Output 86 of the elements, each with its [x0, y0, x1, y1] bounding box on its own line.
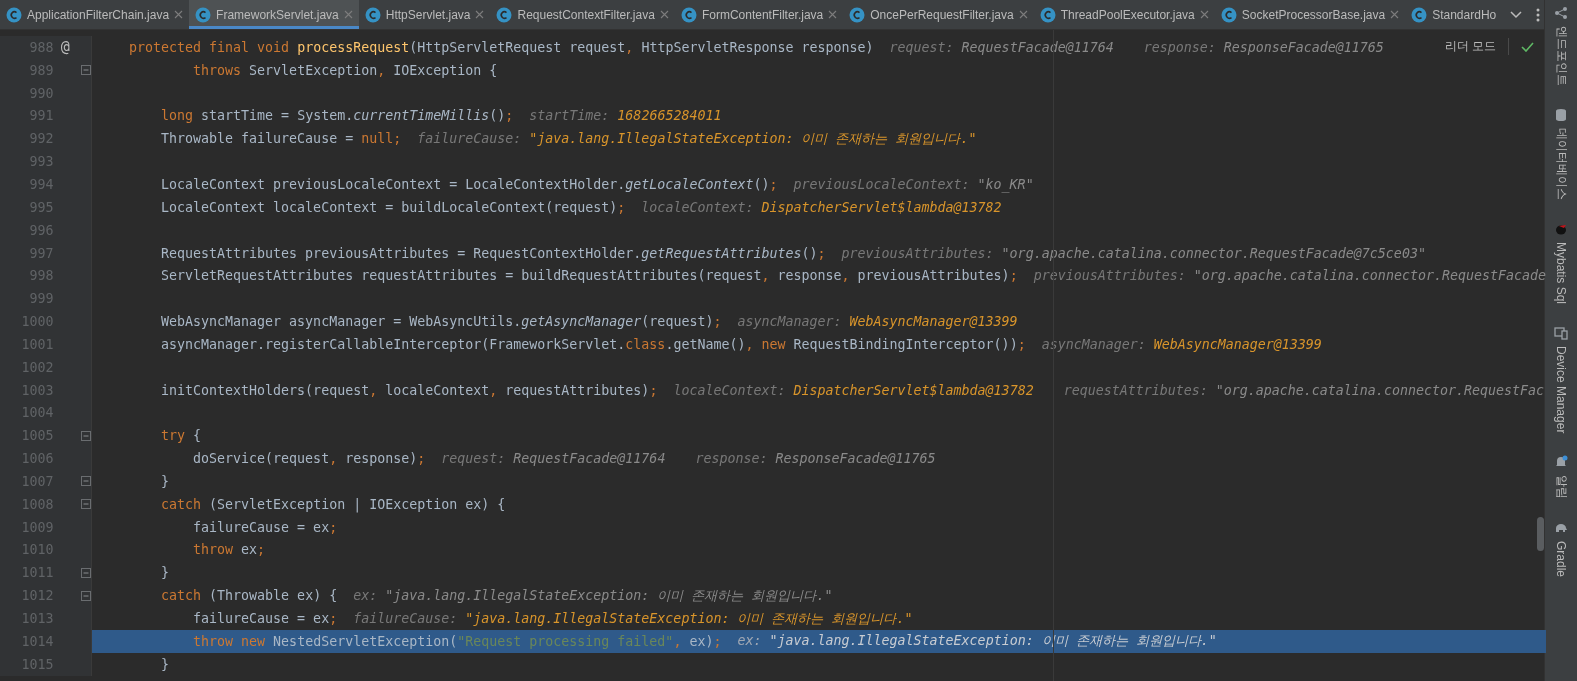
code-text: initContextHolders(request, localeContext, requestAttributes);	[160, 382, 658, 398]
close-icon[interactable]	[1390, 10, 1400, 19]
close-icon[interactable]	[475, 10, 485, 19]
code-text: throws ServletException, IOException {	[192, 62, 498, 78]
code-text: }	[160, 656, 170, 672]
chevron-down-icon[interactable]	[1510, 10, 1523, 19]
class-icon	[195, 6, 212, 23]
file-tab[interactable]: HttpServlet.java	[358, 0, 491, 29]
file-tab[interactable]: FormContentFilter.java	[674, 0, 844, 29]
debug-value-hint: requestAttributes: "org.apache.catalina.connector.RequestFac	[1063, 382, 1544, 398]
code-text: }	[160, 565, 170, 581]
file-tab[interactable]: ThreadPoolExecutor.java	[1033, 0, 1215, 29]
class-icon	[1411, 6, 1428, 23]
code-text: LocaleContext previousLocaleContext = LocaleContextHolder.getLocaleContext();	[160, 177, 778, 192]
code-text: LocaleContext localeContext = buildLocaleContext(request);	[160, 199, 626, 215]
code-text: Throwable failureCause = null;	[160, 131, 402, 147]
database-icon	[1554, 108, 1568, 122]
class-icon	[1039, 6, 1056, 23]
code-text: catch (Throwable ex) {	[160, 588, 338, 604]
code-text: throw new NestedServletException("Request processing failed", ex);	[192, 633, 722, 649]
debug-value-hint: request: RequestFacade@11764	[889, 39, 1114, 55]
code-text: throw ex;	[192, 542, 266, 558]
debug-value-hint: previousAttributes: "org.apache.catalina.connector.RequestFacade@7c5ce03"	[841, 245, 1426, 261]
debug-value-hint: startTime: 1682665284011	[529, 108, 722, 124]
class-icon	[849, 6, 866, 23]
device-icon	[1554, 326, 1568, 341]
close-icon[interactable]	[1018, 10, 1028, 19]
class-icon	[6, 6, 22, 23]
class-icon	[496, 6, 513, 23]
debug-value-hint: response: ResponseFacade@11765	[695, 451, 936, 467]
class-icon	[1220, 6, 1237, 23]
fold-icon[interactable]	[81, 499, 91, 510]
bird-icon	[1554, 222, 1568, 236]
reader-mode-link[interactable]: 리더 모드	[1444, 38, 1509, 55]
tool-window-button[interactable]: Device Manager	[1554, 326, 1568, 434]
tool-window-button[interactable]: 알림	[1552, 455, 1570, 500]
file-tab[interactable]: FrameworkServlet.java	[189, 0, 359, 29]
file-tab[interactable]: RequestContextFilter.java	[490, 0, 675, 29]
fold-icon[interactable]	[81, 430, 91, 441]
code-text: catch (ServletException | IOException ex) {	[160, 496, 506, 512]
class-icon	[364, 6, 381, 23]
debug-value-hint: request: RequestFacade@11764	[441, 451, 666, 467]
code-text: asyncManager.registerCallableInterceptor(FrameworkServlet.class.getName(), new RequestBindingInterceptor());	[160, 336, 1026, 352]
close-icon[interactable]	[828, 10, 838, 19]
debug-value-hint: response: ResponseFacade@11765	[1143, 39, 1384, 55]
debug-value-hint: ex: "java.lang.IllegalStateException: 이미 존재하는 회원입니다."	[353, 586, 833, 605]
close-icon[interactable]	[343, 10, 353, 19]
tool-window-button[interactable]: Gradle	[1554, 521, 1568, 578]
code-text: }	[160, 473, 170, 489]
tool-window-button[interactable]: 엔드포인트	[1552, 6, 1570, 86]
file-tab[interactable]: StandardHo	[1405, 0, 1503, 29]
tool-window-button[interactable]: 데이터베이스	[1552, 108, 1570, 200]
fold-icon[interactable]	[81, 65, 91, 76]
debug-value-hint: localeContext: DispatcherServlet$lambda@13782	[673, 382, 1034, 398]
debug-value-hint: failureCause: "java.lang.IllegalStateException: 이미 존재하는 회원입니다."	[353, 609, 913, 628]
file-tab[interactable]: SocketProcessorBase.java	[1214, 0, 1406, 29]
fold-icon[interactable]	[81, 590, 91, 601]
debug-value-hint: asyncManager: WebAsyncManager@13399	[737, 314, 1018, 330]
fold-icon[interactable]	[81, 476, 91, 487]
close-icon[interactable]	[174, 10, 184, 19]
close-icon[interactable]	[659, 10, 669, 19]
scrollbar-thumb[interactable]	[1537, 517, 1544, 551]
override-marker[interactable]: @	[60, 38, 70, 57]
code-text: long startTime = System.currentTimeMillis();	[160, 108, 514, 124]
check-icon	[1521, 41, 1534, 52]
file-tab[interactable]: OncePerRequestFilter.java	[843, 0, 1034, 29]
class-icon	[680, 6, 697, 23]
close-icon[interactable]	[1199, 10, 1209, 19]
tool-window-button[interactable]: Mybatis Sql	[1554, 222, 1568, 305]
debug-value-hint: localeContext: DispatcherServlet$lambda@13782	[641, 199, 1002, 215]
code-text: doService(request, response);	[192, 451, 426, 467]
more-icon[interactable]	[1536, 7, 1541, 22]
debug-value-hint: asyncManager: WebAsyncManager@13399	[1041, 336, 1322, 352]
debug-value-hint: previousAttributes: "org.apache.catalina.connector.RequestFacade	[1033, 268, 1546, 284]
code-text: failureCause = ex;	[192, 611, 338, 626]
code-text: try {	[160, 428, 202, 444]
debug-value-hint: previousLocaleContext: "ko_KR"	[793, 177, 1034, 192]
code-text: WebAsyncManager asyncManager = WebAsyncUtils.getAsyncManager(request);	[160, 314, 722, 330]
code-text: failureCause = ex;	[192, 519, 338, 535]
code-text: RequestAttributes previousAttributes = RequestContextHolder.getRequestAttributes();	[160, 245, 826, 261]
code-text: protected final void processRequest(HttpServletRequest request, HttpServletResponse response)	[129, 39, 874, 55]
code-text: ServletRequestAttributes requestAttributes = buildRequestAttributes(request, response, previousAttributes);	[160, 268, 1018, 284]
endpoints-icon	[1554, 6, 1568, 20]
fold-icon[interactable]	[81, 567, 91, 578]
file-tab[interactable]: ApplicationFilterChain.java	[0, 0, 190, 29]
debug-value-hint: failureCause: "java.lang.IllegalStateException: 이미 존재하는 회원입니다."	[417, 129, 977, 148]
